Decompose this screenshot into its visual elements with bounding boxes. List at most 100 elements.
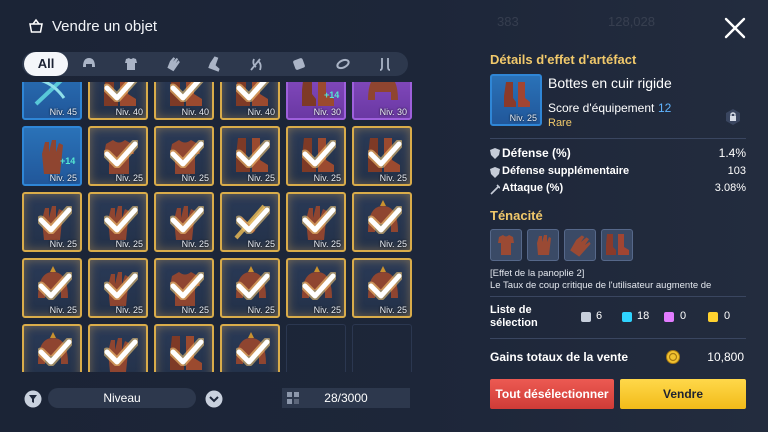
checkmark-icon (104, 140, 138, 168)
selection-count: 0 (724, 310, 731, 322)
boots-icon (606, 234, 629, 255)
gloves-icon (537, 235, 551, 255)
basket-icon (29, 18, 43, 33)
empty-slot (352, 324, 412, 372)
scroll-icon[interactable] (290, 55, 308, 73)
item-level: Niv. 25 (379, 173, 407, 183)
inventory-item[interactable]: +14 Niv. 25 (22, 126, 82, 186)
inventory-item[interactable]: Niv. 25 (220, 192, 280, 252)
rarity-label: Rare (548, 117, 572, 129)
item-level: Niv. 25 (49, 173, 77, 183)
inventory-item[interactable] (220, 324, 280, 372)
lock-icon[interactable] (724, 108, 742, 126)
item-level: Niv. 25 (115, 239, 143, 249)
filter-all-button[interactable]: All (24, 52, 68, 76)
item-level: Niv. 25 (181, 305, 209, 315)
enhance-level: +14 (60, 156, 76, 166)
inventory-item[interactable] (154, 324, 214, 372)
item-level: Niv. 25 (247, 173, 275, 183)
inventory-item[interactable]: Niv. 25 (286, 192, 346, 252)
armor-icon (498, 235, 514, 255)
checkmark-icon (104, 206, 138, 234)
inventory-item[interactable]: Niv. 25 (88, 192, 148, 252)
set-piece-armor[interactable] (490, 229, 522, 261)
ring-icon[interactable] (334, 55, 352, 73)
sword-icon (490, 184, 500, 195)
sort-dropdown[interactable]: Niveau (48, 388, 196, 408)
gloves-icon[interactable] (164, 55, 182, 73)
inventory-item[interactable] (22, 324, 82, 372)
item-level: Niv. 30 (313, 107, 341, 117)
checkmark-icon (38, 272, 72, 300)
set-piece-boots[interactable] (601, 229, 633, 261)
filter-icon[interactable] (24, 390, 42, 408)
item-level: Niv. 30 (379, 107, 407, 117)
enhance-level: +14 (324, 90, 340, 100)
item-level: Niv. 40 (181, 107, 209, 117)
inventory-item[interactable]: Niv. 25 (154, 126, 214, 186)
inventory-item[interactable]: Niv. 25 (88, 258, 148, 318)
inventory-item[interactable]: Niv. 25 (352, 126, 412, 186)
checkmark-icon (38, 206, 72, 234)
inventory-icon (287, 392, 299, 404)
deselect-all-button[interactable]: Tout désélectionner (490, 379, 614, 409)
inventory-item[interactable]: Niv. 40 (154, 82, 214, 120)
inventory-item[interactable]: Niv. 25 (352, 258, 412, 318)
checkmark-icon (104, 272, 138, 300)
boots-icon (504, 82, 530, 107)
page-title: Vendre un objet (52, 18, 158, 35)
weapon-icon[interactable] (248, 55, 266, 73)
earring-icon[interactable] (376, 55, 394, 73)
close-icon[interactable] (721, 14, 749, 42)
divider (490, 338, 746, 339)
checkmark-icon (236, 272, 270, 300)
stat-value: 103 (727, 165, 746, 177)
background-currency: 383 (497, 14, 519, 29)
chevron-down-icon[interactable] (205, 390, 223, 408)
inventory-item[interactable]: Niv. 25 (154, 258, 214, 318)
inventory-item[interactable]: +14 Niv. 30 (286, 82, 346, 120)
inventory-item[interactable]: Niv. 30 (352, 82, 412, 120)
sell-button[interactable]: Vendre (620, 379, 746, 409)
item-level: Niv. 25 (509, 113, 537, 123)
inventory-item[interactable]: Niv. 25 (22, 192, 82, 252)
checkmark-icon (170, 272, 204, 300)
armor-icon[interactable] (122, 55, 140, 73)
inventory-item[interactable] (88, 324, 148, 372)
item-level: Niv. 25 (379, 305, 407, 315)
inventory-item[interactable]: Niv. 40 (88, 82, 148, 120)
item-level: Niv. 40 (247, 107, 275, 117)
inventory-item[interactable]: Niv. 25 (352, 192, 412, 252)
selection-swatch (581, 312, 591, 322)
item-level: Niv. 25 (313, 173, 341, 183)
inventory-item[interactable]: Niv. 25 (88, 126, 148, 186)
inventory-item[interactable]: Niv. 25 (22, 258, 82, 318)
inventory-item[interactable]: Niv. 25 (220, 126, 280, 186)
inventory-item[interactable]: Niv. 40 (220, 82, 280, 120)
helmet-icon[interactable] (80, 55, 98, 73)
item-level: Niv. 25 (49, 305, 77, 315)
selection-swatch (664, 312, 674, 322)
set-piece-gloves[interactable] (527, 229, 559, 261)
set-piece-gloves[interactable] (564, 229, 596, 261)
inventory-item[interactable]: Niv. 25 (220, 258, 280, 318)
inventory-item[interactable]: Niv. 25 (154, 192, 214, 252)
inventory-item[interactable]: Niv. 25 (286, 126, 346, 186)
stat-row: Attaque (%) 3.08% (490, 182, 746, 198)
stat-row: Défense (%) 1.4% (490, 146, 746, 162)
inventory-item[interactable]: Niv. 45 (22, 82, 82, 120)
item-level: Niv. 25 (313, 305, 341, 315)
score-label: Score d'équipement (548, 101, 655, 115)
inventory-item[interactable]: Niv. 25 (286, 258, 346, 318)
stat-row: Défense supplémentaire 103 (490, 165, 746, 181)
boots-icon[interactable] (206, 55, 224, 73)
set-name: Ténacité (490, 208, 543, 223)
item-level: Niv. 40 (115, 107, 143, 117)
stat-name: Défense supplémentaire (502, 165, 630, 177)
total-gains-value: 10,800 (707, 350, 744, 364)
checkmark-icon (170, 140, 204, 168)
selection-count: 18 (637, 310, 650, 322)
divider (490, 138, 746, 139)
total-gains-label: Gains totaux de la vente (490, 350, 629, 364)
selection-swatch (708, 312, 718, 322)
